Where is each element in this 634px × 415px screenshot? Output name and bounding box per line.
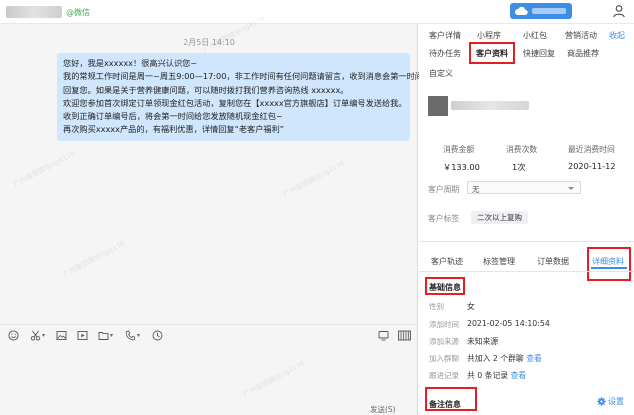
detail-value: 女 (467, 302, 475, 311)
divider (419, 271, 634, 272)
cloud-icon (514, 6, 528, 16)
stat-value-amount: ￥133.00 (443, 162, 480, 172)
customer-name-blurred (451, 101, 529, 110)
customer-side-panel: 客户详情 小程序 小红包 营销活动 收起 待办任务 客户资料 快捷回复 商品推荐… (419, 24, 634, 415)
stat-label-count: 消费次数 (506, 145, 538, 154)
chevron-down-icon (568, 187, 574, 190)
settings-label: 设置 (608, 397, 624, 406)
message-line: 回复您。如果是关于营养健康问题，可以随时拨打我们营养咨询热线 xxxxxx。 (63, 84, 349, 95)
message-line: 欢迎您参加首次绑定订单领现金红包活动，复制您在【xxxxx官方旗舰店】订单编号发… (63, 97, 407, 108)
stat-label-last-time: 最近消费时间 (568, 145, 615, 154)
customer-tag-chip[interactable]: 二次以上复购 (471, 211, 528, 224)
keyboard-button[interactable] (398, 330, 411, 341)
view-follow-up-link[interactable]: 查看 (511, 371, 527, 380)
image-icon (56, 331, 67, 340)
folder-icon (98, 332, 109, 340)
chevron-down-icon: ▾ (110, 332, 114, 339)
message-line: 收到正确订单编号后，将会第一时间给您发放随机现金红包~ (63, 111, 283, 122)
watermark: 广州聚朋微信ng4176 (62, 239, 127, 279)
input-toolbar: ▾ ▾ ▾ (0, 324, 418, 344)
highlight-box (469, 42, 515, 64)
detail-label: 跟进记录 (429, 371, 459, 380)
video-button[interactable] (77, 330, 88, 341)
message-bubble[interactable]: 您好，我是xxxxxx！很高兴认识您~ 我的常规工作时间是周一~周五9:00—1… (57, 53, 423, 141)
tab-custom[interactable]: 自定义 (429, 68, 453, 79)
settings-button[interactable]: 设置 (597, 396, 624, 407)
contact-name-blurred (6, 6, 62, 18)
cloud-button[interactable] (510, 3, 572, 19)
detail-label: 添加时间 (429, 320, 459, 329)
cycle-select-value: 无 (472, 185, 480, 194)
tab-marketing[interactable]: 营销活动 (565, 30, 597, 41)
detail-label: 性别 (429, 302, 444, 311)
message-line: 我的常规工作时间是周一~周五9:00—17:00，非工作时间有任何问题请留言，收… (63, 71, 423, 82)
stat-value-last-time: 2020-11-12 (568, 161, 616, 171)
wechat-source-tag: @微信 (66, 8, 90, 17)
tab-quick-reply[interactable]: 快捷回复 (523, 48, 555, 59)
detail-value: 未知来源 (467, 337, 499, 346)
message-line: 您好，我是xxxxxx！很高兴认识您~ (63, 58, 198, 68)
chevron-down-icon: ▾ (137, 332, 141, 339)
chevron-down-icon: ▾ (42, 332, 46, 339)
message-timestamp: 2月5日 14:10 (183, 38, 235, 47)
message-line: 再次购买xxxxx产品的，有福利优惠，详情回复“老客户福利” (63, 124, 285, 135)
scissors-icon (30, 330, 41, 341)
tab-order-data[interactable]: 订单数据 (537, 256, 569, 267)
tab-product-recommend[interactable]: 商品推荐 (567, 48, 599, 59)
emoji-button[interactable] (8, 330, 19, 341)
cloud-button-label-blurred (532, 8, 566, 14)
view-group-chat-link[interactable]: 查看 (526, 354, 542, 363)
highlight-box (425, 277, 465, 295)
highlight-box (425, 387, 477, 411)
avatar (428, 96, 448, 116)
video-icon (77, 331, 88, 340)
collapse-toggle[interactable]: 收起 (609, 30, 625, 41)
watermark: 广州聚朋微信ng4176 (282, 159, 347, 199)
detail-value-follow-up: 共 0 条记录 查看 (467, 370, 526, 381)
cycle-select[interactable]: 无 (467, 181, 581, 194)
send-button[interactable]: 发送(S) (370, 404, 396, 415)
stat-value-count: 1次 (512, 162, 526, 172)
tab-customer-track[interactable]: 客户轨迹 (431, 256, 463, 267)
tag-label: 客户标签 (428, 214, 460, 223)
smile-icon (8, 330, 19, 341)
tab-mini-program[interactable]: 小程序 (477, 30, 501, 41)
screen-share-button[interactable] (378, 330, 389, 341)
screen-icon (378, 331, 389, 341)
phone-icon (125, 330, 136, 341)
user-icon[interactable] (612, 4, 626, 18)
file-button[interactable]: ▾ (98, 330, 113, 341)
tab-red-packet[interactable]: 小红包 (523, 30, 547, 41)
keyboard-icon (398, 330, 411, 341)
stat-label-amount: 消费金额 (443, 145, 475, 154)
watermark: 广州聚朋微信ng4176 (12, 149, 77, 189)
detail-value: 共 0 条记录 (467, 371, 509, 380)
tab-tag-manage[interactable]: 标签管理 (483, 256, 515, 267)
highlight-box (587, 247, 631, 281)
top-bar: @微信 (0, 0, 634, 24)
screenshot-button[interactable]: ▾ (30, 330, 45, 341)
tab-todo[interactable]: 待办任务 (429, 48, 461, 59)
call-button[interactable]: ▾ (125, 330, 140, 341)
detail-value-group-chat: 共加入 2 个群聊 查看 (467, 353, 542, 364)
clock-icon (152, 330, 163, 341)
divider (419, 241, 634, 242)
detail-value: 共加入 2 个群聊 (467, 354, 524, 363)
chat-pane: 2月5日 14:10 您好，我是xxxxxx！很高兴认识您~ 我的常规工作时间是… (0, 14, 423, 415)
detail-value: 2021-02-05 14:10:54 (467, 319, 550, 328)
cycle-label: 客户周期 (428, 185, 460, 194)
detail-label: 加入群聊 (429, 354, 459, 363)
tab-customer-detail[interactable]: 客户详情 (429, 30, 461, 41)
gear-icon (597, 397, 606, 406)
watermark: 广州聚朋微信ng4176 (242, 359, 307, 399)
history-button[interactable] (152, 330, 163, 341)
image-button[interactable] (56, 330, 67, 341)
detail-label: 添加来源 (429, 337, 459, 346)
